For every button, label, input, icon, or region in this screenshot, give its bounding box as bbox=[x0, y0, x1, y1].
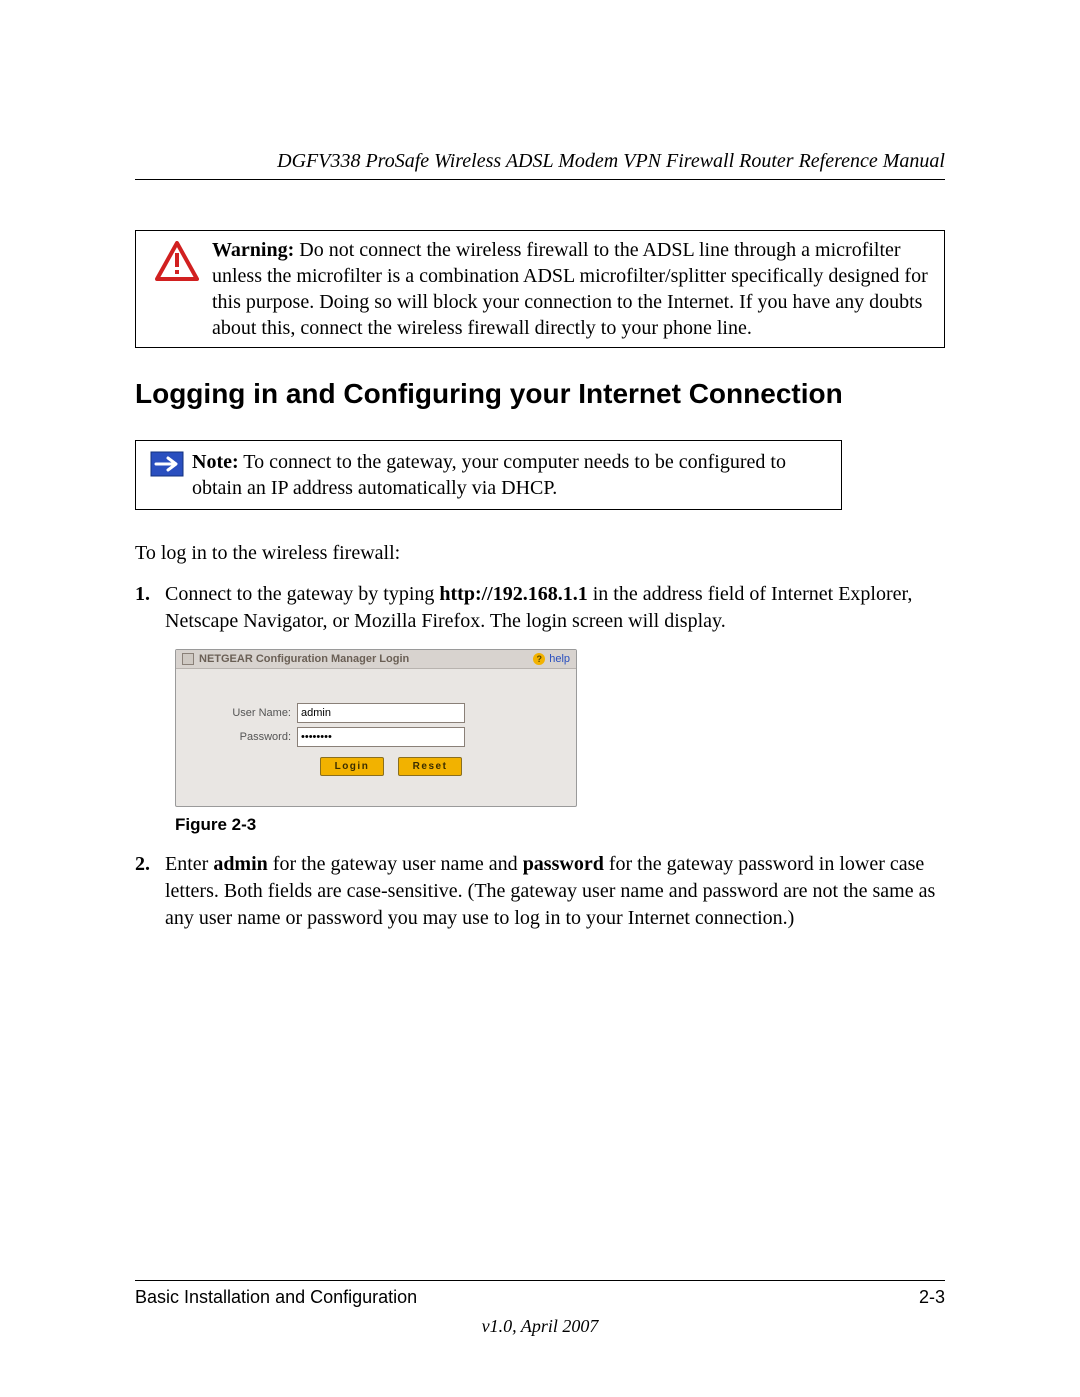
step-1-body: Connect to the gateway by typing http://… bbox=[165, 581, 945, 635]
section-heading: Logging in and Configuring your Internet… bbox=[135, 378, 945, 410]
login-card: NETGEAR Configuration Manager Login ? he… bbox=[175, 649, 577, 807]
note-text: Note: To connect to the gateway, your co… bbox=[192, 449, 831, 501]
warning-lead: Warning: bbox=[212, 239, 294, 261]
step-2: 2. Enter admin for the gateway user name… bbox=[135, 851, 945, 932]
help-label: help bbox=[549, 653, 570, 665]
username-label: User Name: bbox=[196, 707, 297, 719]
figure-caption: Figure 2-3 bbox=[175, 815, 945, 835]
note-icon bbox=[142, 449, 192, 477]
warning-text: Warning: Do not connect the wireless fir… bbox=[212, 237, 934, 341]
step-number: 2. bbox=[135, 851, 165, 932]
step-2-admin: admin bbox=[213, 853, 267, 875]
username-row: User Name: bbox=[196, 703, 556, 723]
password-label: Password: bbox=[196, 731, 297, 743]
steps-list: 1. Connect to the gateway by typing http… bbox=[135, 581, 945, 635]
note-box: Note: To connect to the gateway, your co… bbox=[135, 440, 842, 510]
login-screenshot-figure: NETGEAR Configuration Manager Login ? he… bbox=[175, 649, 945, 807]
button-row: Login Reset bbox=[196, 757, 556, 776]
login-header: NETGEAR Configuration Manager Login ? he… bbox=[176, 650, 576, 669]
intro-text: To log in to the wireless firewall: bbox=[135, 540, 945, 567]
login-body: User Name: Password: Login Reset bbox=[176, 669, 576, 806]
step-1: 1. Connect to the gateway by typing http… bbox=[135, 581, 945, 635]
reset-button[interactable]: Reset bbox=[398, 757, 463, 776]
running-header: DGFV338 ProSafe Wireless ADSL Modem VPN … bbox=[135, 150, 945, 180]
footer-version: v1.0, April 2007 bbox=[135, 1316, 945, 1337]
step-2-body: Enter admin for the gateway user name an… bbox=[165, 851, 945, 932]
login-button[interactable]: Login bbox=[320, 757, 385, 776]
steps-list-2: 2. Enter admin for the gateway user name… bbox=[135, 851, 945, 932]
step-2-password: password bbox=[523, 853, 604, 875]
warning-box: Warning: Do not connect the wireless fir… bbox=[135, 230, 945, 348]
warning-icon bbox=[142, 237, 212, 281]
help-link[interactable]: ? help bbox=[533, 653, 570, 665]
step-number: 1. bbox=[135, 581, 165, 635]
login-title: NETGEAR Configuration Manager Login bbox=[199, 653, 409, 665]
note-body: To connect to the gateway, your computer… bbox=[192, 451, 786, 499]
warning-body: Do not connect the wireless firewall to … bbox=[212, 239, 928, 339]
step-1-url: http://192.168.1.1 bbox=[439, 583, 587, 605]
collapse-icon[interactable] bbox=[182, 653, 194, 665]
footer-section: Basic Installation and Configuration bbox=[135, 1287, 417, 1308]
username-input[interactable] bbox=[297, 703, 465, 723]
note-lead: Note: bbox=[192, 451, 239, 473]
page-footer: Basic Installation and Configuration 2-3… bbox=[135, 1280, 945, 1337]
help-icon: ? bbox=[533, 653, 545, 665]
password-input[interactable] bbox=[297, 727, 465, 747]
password-row: Password: bbox=[196, 727, 556, 747]
page: DGFV338 ProSafe Wireless ADSL Modem VPN … bbox=[0, 0, 1080, 1397]
footer-page-number: 2-3 bbox=[919, 1287, 945, 1308]
